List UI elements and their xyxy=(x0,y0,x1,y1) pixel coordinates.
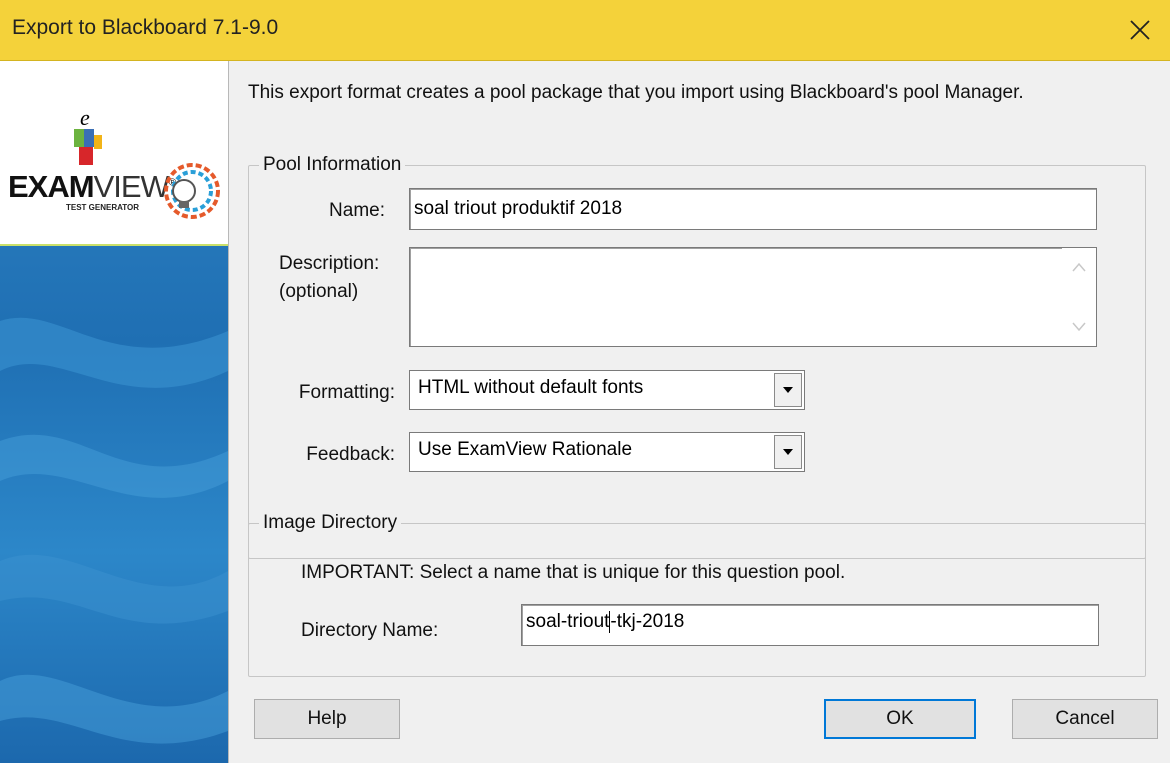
formatting-label: Formatting: xyxy=(298,382,395,403)
sidebar-banner: e EXAMVIEW® TEST GENERATOR xyxy=(0,61,229,763)
intro-text: This export format creates a pool packag… xyxy=(248,82,1024,103)
lightbulb-icon xyxy=(164,163,220,219)
description-label: Description: (optional) xyxy=(279,253,380,302)
pool-information-legend: Pool Information xyxy=(259,154,406,176)
figure-icon: e xyxy=(74,105,102,165)
svg-text:e: e xyxy=(80,105,90,130)
name-input[interactable] xyxy=(409,188,1097,230)
help-button[interactable]: Help xyxy=(254,699,400,739)
feedback-value: Use ExamView Rationale xyxy=(418,439,633,460)
description-field xyxy=(409,247,1097,347)
description-scrollbar[interactable] xyxy=(1062,248,1096,346)
logo-wordmark: EXAMVIEW® xyxy=(8,169,176,204)
feedback-label: Feedback: xyxy=(306,444,395,465)
scroll-up-icon[interactable] xyxy=(1072,262,1086,272)
ok-button[interactable]: OK xyxy=(824,699,976,739)
name-label: Name: xyxy=(329,200,385,221)
formatting-dropdown-button[interactable] xyxy=(774,373,802,407)
feedback-dropdown-button[interactable] xyxy=(774,435,802,469)
scroll-down-icon[interactable] xyxy=(1072,322,1086,332)
pool-information-group: Pool Information Name: Description: (opt… xyxy=(248,154,1146,559)
wave-pattern xyxy=(0,317,228,744)
dropdown-arrow-icon xyxy=(783,449,793,455)
examview-logo: e EXAMVIEW® TEST GENERATOR xyxy=(0,61,228,246)
window-title: Export to Blackboard 7.1-9.0 xyxy=(12,16,279,39)
image-directory-legend: Image Directory xyxy=(259,512,402,534)
dropdown-arrow-icon xyxy=(783,387,793,393)
logo-subtitle: TEST GENERATOR xyxy=(66,203,140,212)
dialog-body: e EXAMVIEW® TEST GENERATOR This export f… xyxy=(0,60,1170,763)
close-button[interactable] xyxy=(1110,0,1170,60)
close-icon xyxy=(1130,20,1150,40)
directory-name-label: Directory Name: xyxy=(301,620,439,641)
formatting-select[interactable]: HTML without default fonts xyxy=(409,370,805,410)
feedback-select[interactable]: Use ExamView Rationale xyxy=(409,432,805,472)
cancel-button[interactable]: Cancel xyxy=(1012,699,1158,739)
important-notice: IMPORTANT: Select a name that is unique … xyxy=(301,562,846,583)
title-bar: Export to Blackboard 7.1-9.0 xyxy=(0,0,1170,60)
description-input[interactable] xyxy=(409,247,1097,347)
directory-name-input[interactable]: soal-triout-tkj-2018 xyxy=(521,604,1099,646)
formatting-value: HTML without default fonts xyxy=(418,377,644,398)
image-directory-group: Image Directory IMPORTANT: Select a name… xyxy=(248,512,1146,677)
